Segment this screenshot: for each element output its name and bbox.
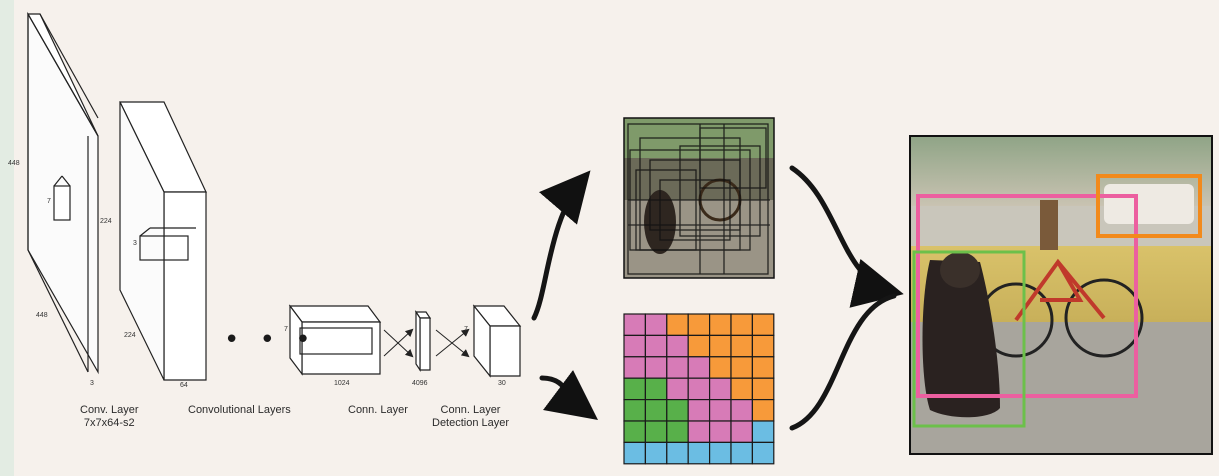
grid-cell <box>730 356 753 379</box>
grid-cell <box>644 377 668 401</box>
grid-cell <box>708 313 732 336</box>
caption-detection: Conn. Layer Detection Layer <box>432 404 509 430</box>
caption-conv-layer-line2: 7x7x64-s2 <box>83 417 135 429</box>
grid-cell <box>751 399 775 422</box>
input-channels-label: 3 <box>90 380 94 387</box>
input-kernel-label: 7 <box>47 198 51 205</box>
grid-cell <box>666 334 689 358</box>
grid-cell <box>751 313 775 336</box>
grid-cell <box>730 334 753 358</box>
grid-cell <box>644 356 668 379</box>
grid-cell <box>751 356 775 379</box>
grid-cell <box>708 399 732 422</box>
grid-cell <box>708 356 732 379</box>
grid-cell <box>666 441 689 465</box>
caption-conn-layer-2: Conn. Layer <box>440 404 501 416</box>
grid-cell <box>708 441 732 465</box>
grid-cell <box>751 420 775 443</box>
grid-cell <box>644 399 668 422</box>
caption-conn-layer: Conn. Layer <box>348 404 408 416</box>
grid-cell <box>687 313 711 336</box>
conn1-depth-label: 1024 <box>334 380 350 387</box>
grid-cell <box>623 334 646 358</box>
grid-cell <box>623 356 646 379</box>
grid-cell <box>708 377 732 401</box>
grid-cell <box>730 420 753 443</box>
conv-height-label: 224 <box>100 218 112 225</box>
detect-size-label: 7 <box>464 326 468 333</box>
diagram-canvas <box>0 0 1213 476</box>
grid-cell <box>708 420 732 443</box>
grid-cell <box>751 377 775 401</box>
grid-cell <box>623 377 646 401</box>
left-edge-strip <box>0 0 14 476</box>
fc-4096-label: 4096 <box>412 380 428 387</box>
grid-cell <box>708 334 732 358</box>
grid-cell <box>687 377 711 401</box>
conv-kernel-label: 3 <box>133 240 137 247</box>
yolo-architecture-diagram: 448 448 3 7 224 224 64 3 7 1024 4096 7 3… <box>0 0 1219 476</box>
conv-channels-label: 64 <box>180 382 188 389</box>
conv-width-label: 224 <box>124 332 136 339</box>
fc-4096-layer <box>414 310 432 372</box>
grid-cell <box>687 356 711 379</box>
grid-cell <box>623 441 646 465</box>
class-probability-map <box>623 313 775 465</box>
caption-convolutional-layers: Convolutional Layers <box>188 404 291 416</box>
grid-cell <box>666 420 689 443</box>
grid-cell <box>644 420 668 443</box>
grid-cell <box>644 334 668 358</box>
final-detections-image <box>909 135 1213 455</box>
grid-cell <box>623 313 646 336</box>
grid-cell <box>666 399 689 422</box>
input-height-label: 448 <box>8 160 20 167</box>
ellipsis: • • • <box>224 325 317 355</box>
grid-cell <box>644 313 668 336</box>
grid-cell <box>687 441 711 465</box>
grid-cell <box>730 313 753 336</box>
grid-cell <box>644 441 668 465</box>
grid-cell <box>666 377 689 401</box>
grid-cell <box>687 399 711 422</box>
grid-cell <box>730 441 753 465</box>
detection-layer-cube <box>472 304 522 378</box>
caption-conv-layer: Conv. Layer 7x7x64-s2 <box>80 404 139 430</box>
grid-cell <box>751 441 775 465</box>
grid-cell <box>751 334 775 358</box>
caption-conv-layer-line1: Conv. Layer <box>80 404 139 416</box>
grid-cell <box>666 313 689 336</box>
grid-cell <box>623 420 646 443</box>
grid-cell <box>623 399 646 422</box>
bbox-predictions-image <box>623 117 775 279</box>
detect-depth-label: 30 <box>498 380 506 387</box>
input-width-label: 448 <box>36 312 48 319</box>
grid-cell <box>730 377 753 401</box>
grid-cell <box>687 420 711 443</box>
grid-cell <box>666 356 689 379</box>
caption-detection-layer: Detection Layer <box>432 417 510 429</box>
grid-cell <box>730 399 753 422</box>
grid-cell <box>687 334 711 358</box>
